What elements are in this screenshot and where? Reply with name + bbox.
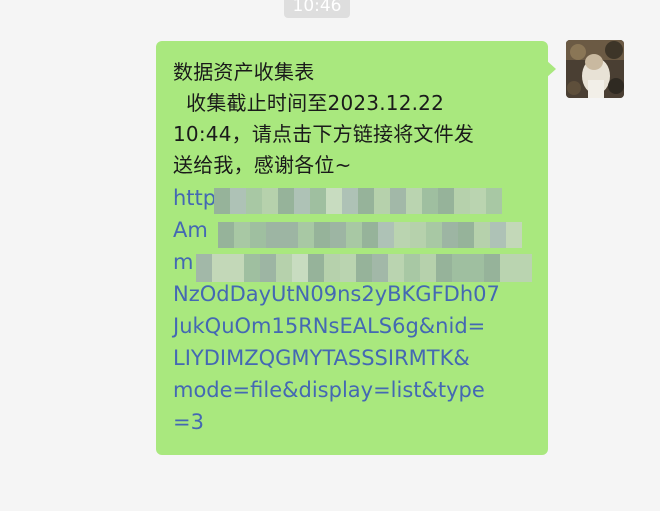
mosaic-block xyxy=(506,222,522,248)
mosaic-block xyxy=(458,222,474,248)
mosaic-block xyxy=(452,254,468,282)
mosaic-block xyxy=(372,254,388,282)
mosaic-block xyxy=(308,254,324,282)
mosaic-block xyxy=(422,188,438,214)
mosaic-block xyxy=(214,188,230,214)
mosaic-block xyxy=(196,254,212,282)
message-timestamp: 10:46 xyxy=(284,0,350,18)
mosaic-block xyxy=(298,222,314,248)
mosaic-block xyxy=(346,222,362,248)
link-line[interactable]: JukQuOm15RNsEALS6g&nid= xyxy=(173,310,545,342)
mosaic-block xyxy=(330,222,346,248)
mosaic-block xyxy=(442,222,458,248)
mosaic-block xyxy=(340,254,356,282)
mosaic-block xyxy=(250,222,266,248)
mosaic-block xyxy=(282,222,298,248)
mosaic-block xyxy=(212,254,228,282)
mosaic-block xyxy=(410,222,426,248)
mosaic-block xyxy=(470,188,486,214)
link-line[interactable]: mode=file&display=list&type xyxy=(173,374,545,406)
mosaic-block xyxy=(292,254,308,282)
mosaic-block xyxy=(314,222,330,248)
mosaic-block xyxy=(234,222,250,248)
mosaic-block xyxy=(342,188,358,214)
link-line[interactable]: NzOdDayUtN09ns2yBKGFDh07 xyxy=(173,278,545,310)
bubble-tail xyxy=(546,60,556,78)
mosaic-block xyxy=(358,188,374,214)
mosaic-block xyxy=(438,188,454,214)
message-line: 收集截止时间至2023.12.22 xyxy=(173,91,445,115)
mosaic-block xyxy=(468,254,484,282)
mosaic-block xyxy=(228,254,244,282)
mosaic-block xyxy=(388,254,404,282)
mosaic-block xyxy=(516,254,532,282)
mosaic-block xyxy=(404,254,420,282)
mosaic-block xyxy=(310,188,326,214)
mosaic-block xyxy=(454,188,470,214)
mosaic-block xyxy=(426,222,442,248)
mosaic-block xyxy=(326,188,342,214)
message-line: 送给我，感谢各位~ xyxy=(173,153,352,177)
mosaic-block xyxy=(394,222,410,248)
redaction-mosaic xyxy=(196,254,532,282)
message-line: 数据资产收集表 xyxy=(173,60,315,84)
link-line[interactable]: =3 xyxy=(173,406,545,438)
mosaic-block xyxy=(490,222,506,248)
mosaic-block xyxy=(420,254,436,282)
link-line[interactable]: LIYDIMZQGMYTASSSIRMTK& xyxy=(173,342,545,374)
mosaic-block xyxy=(294,188,310,214)
mosaic-block xyxy=(486,188,502,214)
mosaic-block xyxy=(230,188,246,214)
redaction-mosaic xyxy=(218,222,530,248)
mosaic-block xyxy=(362,222,378,248)
avatar-image-icon xyxy=(566,40,624,98)
mosaic-block xyxy=(390,188,406,214)
mosaic-block xyxy=(500,254,516,282)
mosaic-block xyxy=(266,222,282,248)
mosaic-block xyxy=(262,188,278,214)
mosaic-block xyxy=(374,188,390,214)
message-link[interactable]: http Am m NzOdDayUtN09ns2yBKGFDh07 JukQu… xyxy=(173,182,545,438)
mosaic-block xyxy=(246,188,262,214)
redaction-mosaic xyxy=(214,188,504,214)
mosaic-block xyxy=(260,254,276,282)
mosaic-block xyxy=(244,254,260,282)
mosaic-block xyxy=(436,254,452,282)
mosaic-block xyxy=(474,222,490,248)
mosaic-block xyxy=(276,254,292,282)
message-text: 数据资产收集表 收集截止时间至2023.12.22 10:44，请点击下方链接将… xyxy=(173,57,543,181)
mosaic-block xyxy=(356,254,372,282)
mosaic-block xyxy=(324,254,340,282)
mosaic-block xyxy=(484,254,500,282)
mosaic-block xyxy=(406,188,422,214)
mosaic-block xyxy=(218,222,234,248)
sender-avatar[interactable] xyxy=(566,40,624,98)
mosaic-block xyxy=(378,222,394,248)
mosaic-block xyxy=(278,188,294,214)
message-line: 10:44，请点击下方链接将文件发 xyxy=(173,122,475,146)
